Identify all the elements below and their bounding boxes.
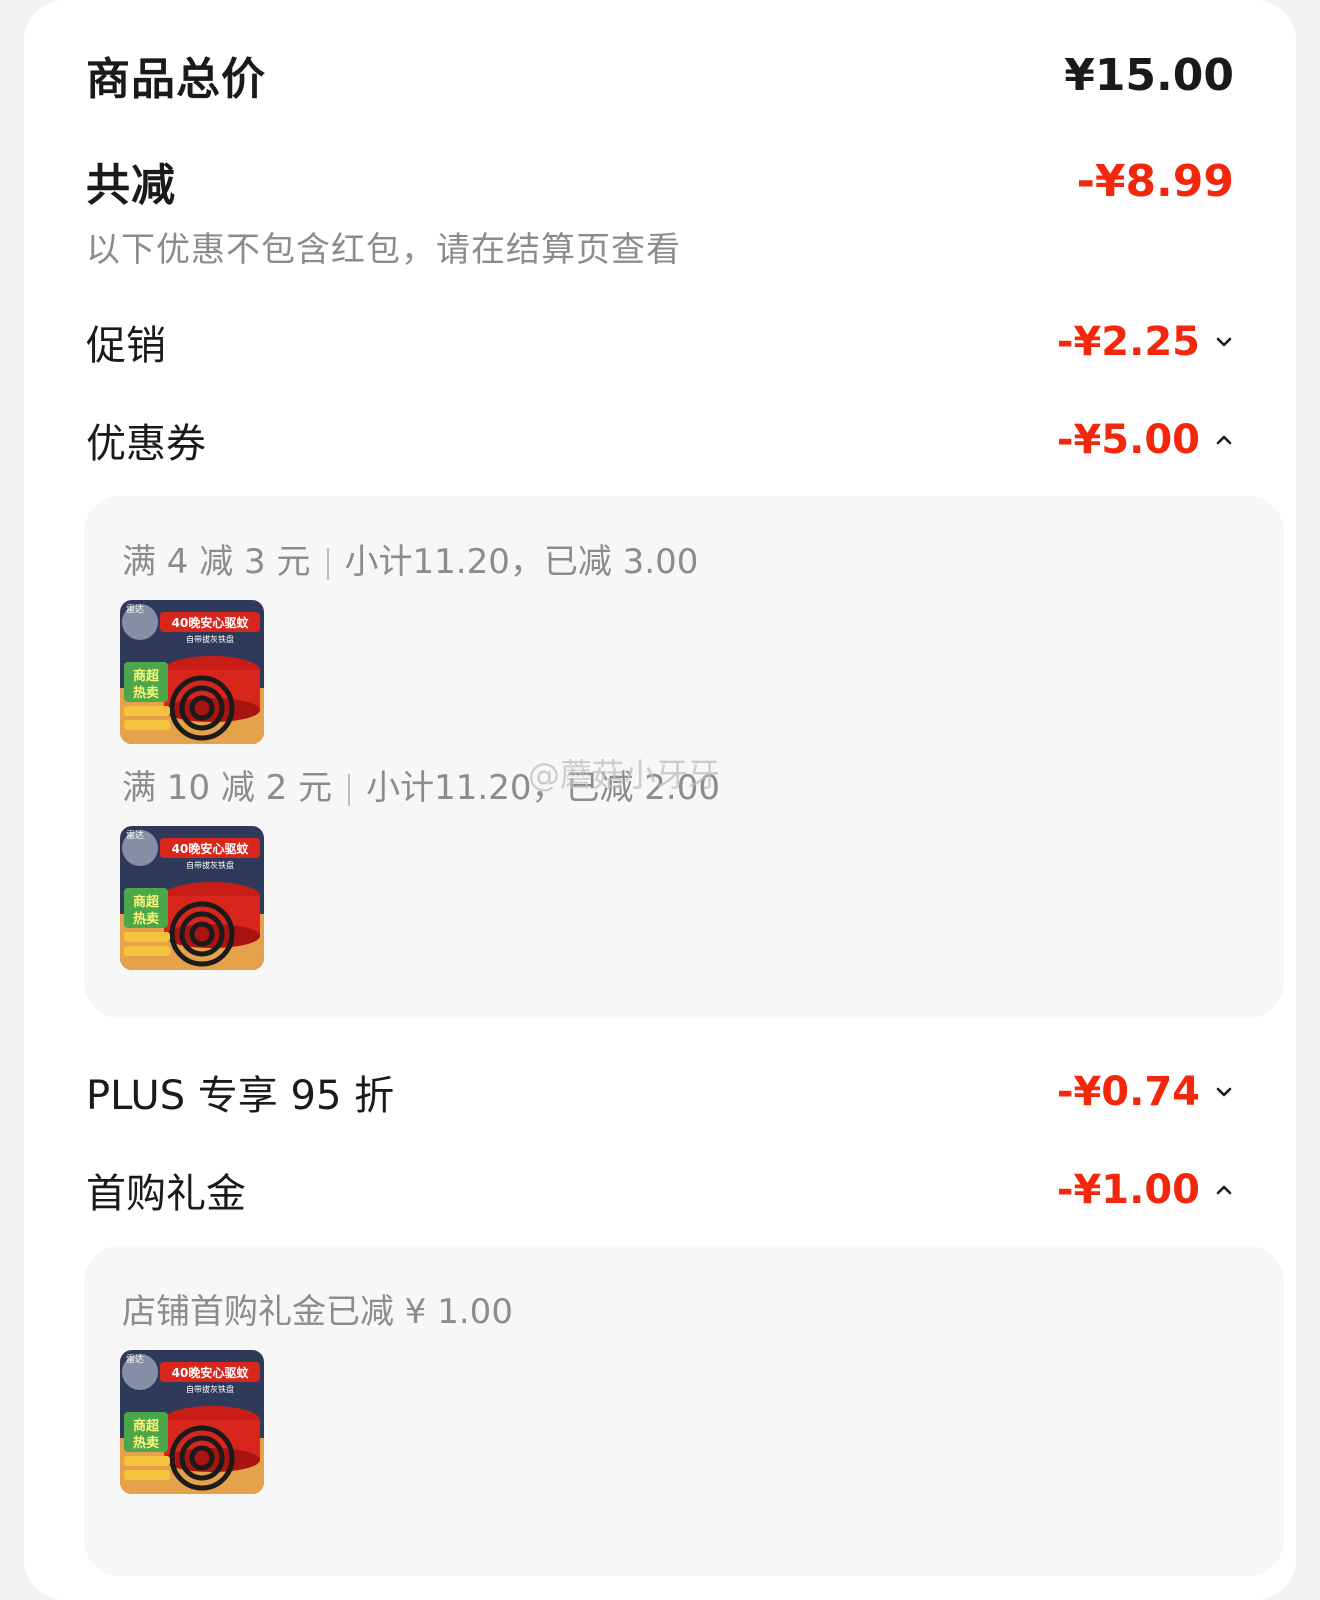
total-price-row: 商品总价 ¥15.00: [86, 40, 1234, 110]
chevron-down-icon[interactable]: [1214, 1082, 1234, 1102]
thumb-banner: 40晚安心驱蚊: [172, 615, 250, 630]
svg-text:商超: 商超: [133, 668, 160, 684]
product-thumbnail[interactable]: 40晚安心驱蚊 自带拔灰铁盘 雷达 商超 热卖: [120, 1350, 264, 1494]
discount-amount: -¥0.74: [1056, 1069, 1200, 1115]
discount-row-promotion[interactable]: 促销 -¥2.25: [86, 312, 1234, 372]
thumb-banner-sub: 自带拔灰铁盘: [186, 1384, 234, 1394]
discount-amount: -¥5.00: [1056, 417, 1200, 463]
discount-row-first-purchase[interactable]: 首购礼金 -¥1.00: [86, 1160, 1234, 1220]
coupon-rule: 满 10 减 2 元: [122, 768, 333, 808]
thumb-banner-sub: 自带拔灰铁盘: [186, 860, 234, 870]
watermark: @蘑菇小牙牙: [528, 756, 721, 794]
total-reduce-amount: -¥8.99: [1076, 155, 1234, 207]
svg-text:热卖: 热卖: [133, 911, 159, 927]
chevron-down-icon[interactable]: [1214, 332, 1234, 352]
total-reduce-row: 共减 -¥8.99: [86, 146, 1234, 216]
divider: [326, 547, 329, 580]
divider: [348, 773, 351, 806]
thumb-brand: 雷达: [126, 1353, 144, 1365]
svg-text:热卖: 热卖: [133, 1435, 159, 1451]
product-thumbnail[interactable]: 40晚安心驱蚊 自带拔灰铁盘 雷达 商超 热卖: [120, 826, 264, 970]
svg-text:热卖: 热卖: [133, 685, 159, 701]
thumb-banner-sub: 自带拔灰铁盘: [186, 634, 234, 644]
gift-detail-panel: 店铺首购礼金已减 ¥ 1.00 40晚安心驱蚊 自带拔灰铁盘 雷达 商超 热卖: [84, 1246, 1284, 1576]
chevron-up-icon[interactable]: [1214, 430, 1234, 450]
discount-amount: -¥2.25: [1056, 319, 1200, 365]
discount-label: PLUS 专享 95 折: [86, 1073, 395, 1119]
thumb-banner: 40晚安心驱蚊: [172, 1365, 250, 1380]
thumb-brand: 雷达: [126, 829, 144, 841]
discount-label: 促销: [86, 323, 166, 369]
svg-text:商超: 商超: [133, 894, 160, 910]
product-thumbnail[interactable]: 40晚安心驱蚊 自带拔灰铁盘 雷达 商超 热卖: [120, 600, 264, 744]
discount-label: 首购礼金: [86, 1171, 246, 1217]
reduce-note: 以下优惠不包含红包，请在结算页查看: [86, 230, 681, 270]
thumb-banner: 40晚安心驱蚊: [172, 841, 250, 856]
chevron-up-icon[interactable]: [1214, 1180, 1234, 1200]
total-price-label: 商品总价: [86, 54, 266, 105]
coupon-subtotal: 小计11.20，已减 3.00: [344, 542, 699, 582]
gift-detail-text: 店铺首购礼金已减 ¥ 1.00: [122, 1292, 513, 1332]
discount-row-plus[interactable]: PLUS 专享 95 折 -¥0.74: [86, 1062, 1234, 1122]
discount-row-coupon[interactable]: 优惠券 -¥5.00: [86, 410, 1234, 470]
total-reduce-label: 共减: [86, 160, 176, 211]
coupon-rule: 满 4 减 3 元: [122, 542, 311, 582]
svg-text:商超: 商超: [133, 1418, 160, 1434]
discount-label: 优惠券: [86, 421, 206, 467]
total-price-amount: ¥15.00: [1064, 49, 1234, 101]
discount-amount: -¥1.00: [1056, 1167, 1200, 1213]
coupon-detail-line: 满 4 减 3 元小计11.20，已减 3.00: [122, 534, 698, 583]
price-detail-card: 商品总价 ¥15.00 共减 -¥8.99 以下优惠不包含红包，请在结算页查看 …: [24, 0, 1296, 1600]
thumb-brand: 雷达: [126, 603, 144, 615]
